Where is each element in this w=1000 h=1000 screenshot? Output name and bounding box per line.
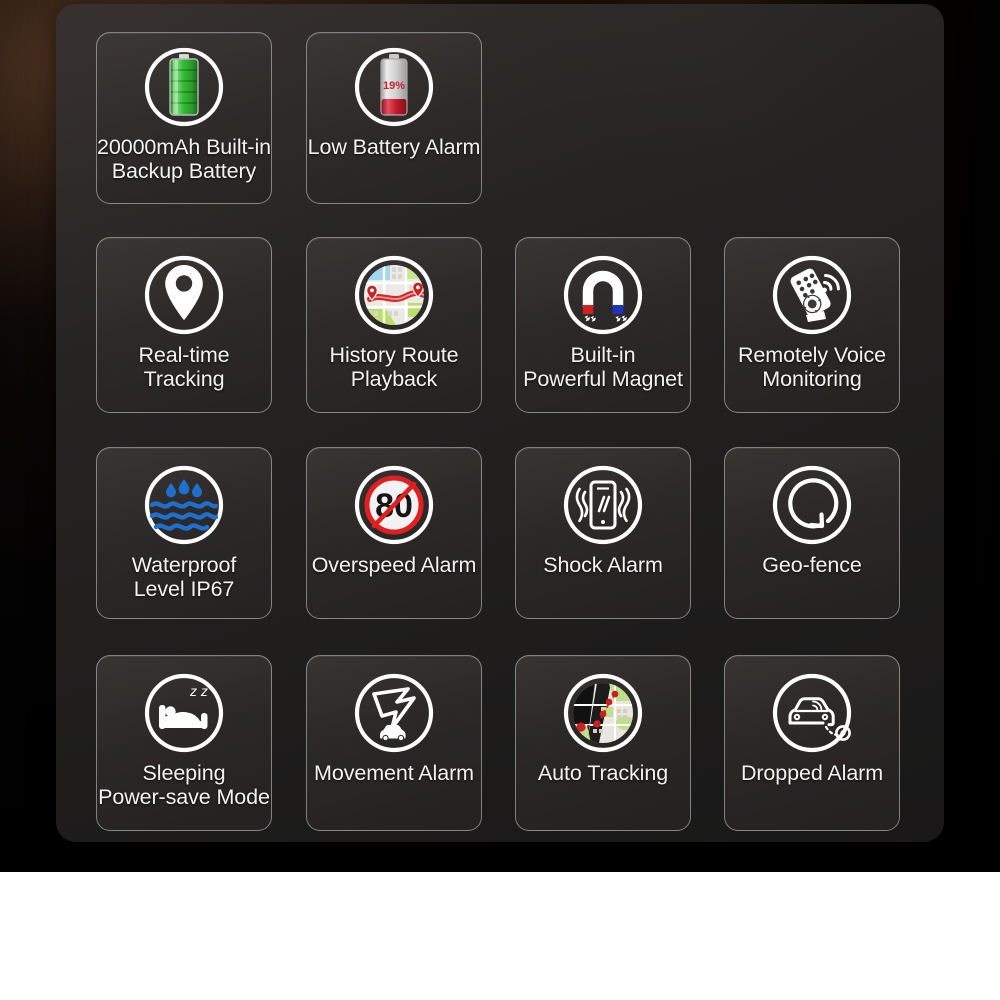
map-trail-points-icon xyxy=(557,667,649,759)
bed-sleeping-zz-icon: z z xyxy=(138,667,230,759)
map-pin-icon xyxy=(138,249,230,341)
phone-vibrate-icon xyxy=(557,459,649,551)
battery-full-green-icon xyxy=(138,41,230,133)
feature-tile-powerful-magnet[interactable]: Built-in Powerful Magnet xyxy=(515,237,691,413)
feature-label: Auto Tracking xyxy=(537,761,669,785)
battery-percent-badge: 19% xyxy=(383,80,405,92)
feature-tile-real-time-tracking[interactable]: Real-time Tracking xyxy=(96,237,272,413)
feature-tile-dropped-alarm[interactable]: Dropped Alarm xyxy=(724,655,900,831)
sleep-zz-badge: z z xyxy=(189,683,208,699)
feature-label: History Route Playback xyxy=(329,343,459,391)
water-drops-waves-icon xyxy=(138,459,230,551)
feature-panel: 20000mAh Built-in Backup Battery 19% Low… xyxy=(56,4,944,842)
horseshoe-magnet-icon xyxy=(557,249,649,341)
feature-label: Overspeed Alarm xyxy=(311,553,477,577)
feature-tile-backup-battery[interactable]: 20000mAh Built-in Backup Battery xyxy=(96,32,272,204)
speed-limit-80-crossed-icon: 80 xyxy=(348,459,440,551)
route-map-icon xyxy=(348,249,440,341)
feature-label: Shock Alarm xyxy=(543,553,663,577)
feature-tile-overspeed-alarm[interactable]: 80 Overspeed Alarm xyxy=(306,447,482,619)
battery-low-red-icon: 19% xyxy=(348,41,440,133)
feature-grid: 20000mAh Built-in Backup Battery 19% Low… xyxy=(56,4,944,842)
circular-arrow-fence-icon xyxy=(766,459,858,551)
car-device-detached-icon xyxy=(766,667,858,759)
feature-label: Built-in Powerful Magnet xyxy=(523,343,683,391)
feature-tile-low-battery-alarm[interactable]: 19% Low Battery Alarm xyxy=(306,32,482,204)
feature-label: Real-time Tracking xyxy=(138,343,230,391)
feature-label: 20000mAh Built-in Backup Battery xyxy=(97,135,271,183)
feature-tile-waterproof[interactable]: Waterproof Level IP67 xyxy=(96,447,272,619)
feature-label: Waterproof Level IP67 xyxy=(131,553,237,601)
remote-control-signal-icon xyxy=(766,249,858,341)
feature-tile-history-route-playback[interactable]: History Route Playback xyxy=(306,237,482,413)
feature-label: Dropped Alarm xyxy=(740,761,884,785)
feature-label: Movement Alarm xyxy=(314,761,474,785)
feature-tile-auto-tracking[interactable]: Auto Tracking xyxy=(515,655,691,831)
feature-tile-remotely-voice-monitoring[interactable]: Remotely Voice Monitoring xyxy=(724,237,900,413)
product-feature-graphic: 20000mAh Built-in Backup Battery 19% Low… xyxy=(0,0,1000,1000)
feature-label: Remotely Voice Monitoring xyxy=(738,343,886,391)
feature-tile-movement-alarm[interactable]: Movement Alarm xyxy=(306,655,482,831)
feature-label: Sleeping Power-save Mode xyxy=(98,761,270,809)
feature-tile-sleeping-power-save[interactable]: z z Sleeping Power-save Mode xyxy=(96,655,272,831)
feature-label: Geo-fence xyxy=(762,553,862,577)
feature-tile-geo-fence[interactable]: Geo-fence xyxy=(724,447,900,619)
feature-label: Low Battery Alarm xyxy=(307,135,481,159)
feature-tile-shock-alarm[interactable]: Shock Alarm xyxy=(515,447,691,619)
lightning-bolt-car-icon xyxy=(348,667,440,759)
